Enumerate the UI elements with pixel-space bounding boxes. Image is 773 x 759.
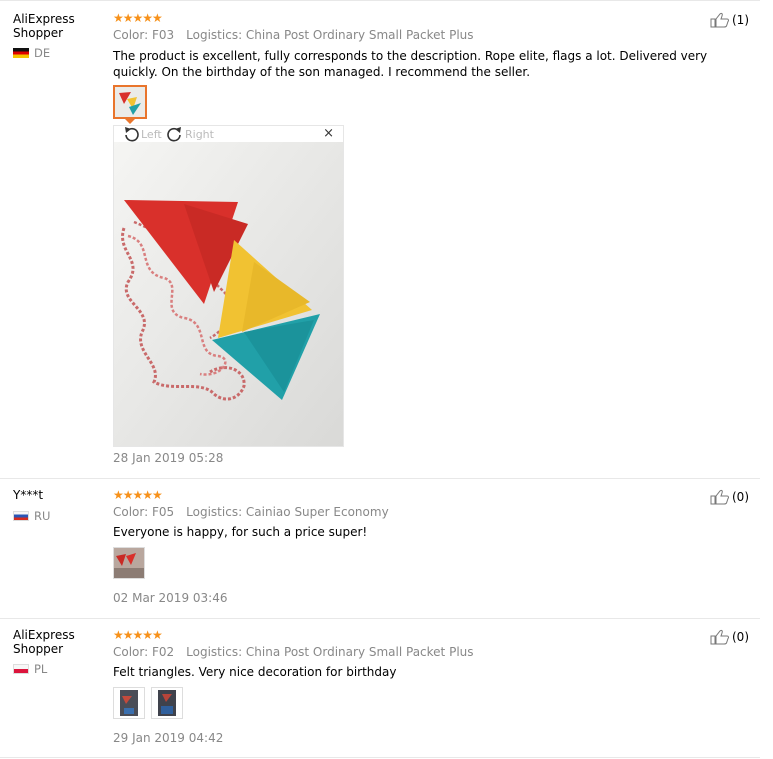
country-code: PL — [34, 662, 48, 676]
helpful-count: (0) — [732, 490, 749, 504]
review-date: 02 Mar 2019 03:46 — [113, 591, 228, 605]
logistics-info: Logistics: Cainiao Super Economy — [186, 505, 389, 519]
review-text: Everyone is happy, for such a price supe… — [113, 525, 368, 539]
photo-thumbnail-image — [152, 688, 182, 718]
reviewer-country: PL — [13, 662, 47, 676]
helpful-count: (0) — [732, 630, 749, 644]
helpful-count: (1) — [732, 13, 749, 27]
thumbs-up-icon — [710, 629, 730, 645]
helpful-button[interactable]: (1) — [710, 12, 749, 28]
photo-thumbnail-image — [115, 87, 145, 117]
review-date: 29 Jan 2019 04:42 — [113, 731, 224, 745]
country-code: RU — [34, 509, 51, 523]
helpful-button[interactable]: (0) — [710, 629, 749, 645]
review-meta: Color: F02 Logistics: China Post Ordinary… — [113, 645, 474, 659]
thumbnail-pointer — [125, 119, 135, 124]
review-text: Felt triangles. Very nice decoration for… — [113, 665, 397, 679]
reviewer-country: DE — [13, 46, 50, 60]
reviewer-name-line1: AliExpress — [13, 12, 75, 26]
product-color: Color: F05 — [113, 505, 175, 519]
rotate-left-button[interactable]: Left — [122, 126, 162, 142]
photo-viewer-toolbar: Left Right × — [114, 126, 343, 142]
product-color: Color: F03 — [113, 28, 175, 42]
photo-viewer: Left Right × — [113, 125, 344, 447]
reviewer-name: Y***t — [13, 488, 103, 502]
reviewer-name-line2: Shopper — [13, 26, 64, 40]
russia-flag-icon — [13, 511, 29, 521]
divider — [0, 618, 760, 619]
star-rating: ★★★★★ — [113, 628, 163, 642]
rotate-left-icon — [125, 127, 139, 142]
rotate-right-button[interactable]: Right — [166, 126, 214, 142]
star-rating: ★★★★★ — [113, 11, 163, 25]
review-photo-thumbnail[interactable] — [113, 687, 145, 719]
review-text: The product is excellent, fully correspo… — [113, 49, 708, 79]
reviewer-name-line2: Shopper — [13, 642, 64, 656]
logistics-info: Logistics: China Post Ordinary Small Pac… — [186, 645, 474, 659]
review-date: 28 Jan 2019 05:28 — [113, 451, 224, 465]
close-icon[interactable]: × — [323, 126, 334, 142]
divider — [0, 757, 760, 758]
reviewer-country: RU — [13, 509, 50, 523]
star-rating: ★★★★★ — [113, 488, 163, 502]
reviewer-name: AliExpress Shopper — [13, 628, 103, 656]
photo-thumbnail-image — [114, 688, 144, 718]
poland-flag-icon — [13, 664, 29, 674]
photo-thumbnail-image — [114, 548, 144, 578]
germany-flag-icon — [13, 48, 29, 58]
reviewer-name: AliExpress Shopper — [13, 12, 103, 40]
review-meta: Color: F05 Logistics: Cainiao Super Econo… — [113, 505, 389, 519]
rotate-left-label: Left — [141, 127, 162, 141]
review-photo-thumbnail[interactable] — [151, 687, 183, 719]
divider — [0, 0, 760, 1]
reviewer-name-line1: AliExpress — [13, 628, 75, 642]
divider — [0, 478, 760, 479]
helpful-button[interactable]: (0) — [710, 489, 749, 505]
review-photo-thumbnail[interactable] — [113, 85, 147, 119]
review-feed: AliExpress Shopper DE ★★★★★ Color: F03 Lo… — [0, 0, 773, 759]
country-code: DE — [34, 46, 51, 60]
review-photo-large — [114, 142, 343, 446]
review-meta: Color: F03 Logistics: China Post Ordinary… — [113, 28, 474, 42]
logistics-info: Logistics: China Post Ordinary Small Pac… — [186, 28, 474, 42]
thumbs-up-icon — [710, 489, 730, 505]
review-photo-thumbnail[interactable] — [113, 547, 145, 579]
reviewer-name-line1: Y***t — [13, 488, 44, 502]
product-color: Color: F02 — [113, 645, 175, 659]
felt-bunting-photo — [114, 142, 343, 446]
rotate-right-label: Right — [185, 127, 214, 141]
rotate-right-icon — [167, 127, 181, 142]
thumbs-up-icon — [710, 12, 730, 28]
